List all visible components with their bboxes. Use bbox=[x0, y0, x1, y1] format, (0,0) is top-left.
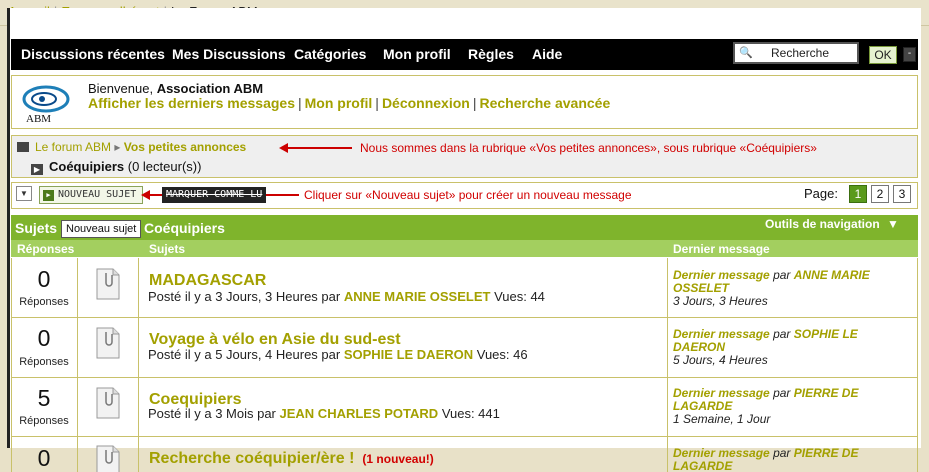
search-label: Recherche bbox=[771, 46, 830, 60]
topic-title[interactable]: Recherche coéquipier/ère ! (1 nouveau!) bbox=[149, 450, 434, 468]
link-derniers-messages[interactable]: Afficher les derniers messages bbox=[88, 95, 295, 111]
last-message-link[interactable]: Dernier message bbox=[673, 446, 770, 460]
last-message: Dernier message par ANNE MARIE OSSELET 3 … bbox=[673, 268, 870, 308]
page-3-button[interactable]: 3 bbox=[893, 185, 911, 203]
header-sujets: Sujets bbox=[15, 220, 58, 236]
link-mon-profil[interactable]: Mon profil bbox=[305, 95, 373, 111]
play-icon: ▶ bbox=[31, 164, 43, 175]
last-message: Dernier message par SOPHIE LE DAERON 5 Jo… bbox=[673, 327, 858, 367]
column-divider bbox=[77, 258, 78, 472]
reply-label: Réponses bbox=[19, 296, 69, 308]
reply-label: Réponses bbox=[19, 415, 69, 427]
document-icon bbox=[96, 268, 120, 300]
annotation-arrow bbox=[287, 147, 352, 149]
play-icon: ▶ bbox=[43, 190, 54, 201]
reply-count: 0 bbox=[37, 445, 51, 471]
header-title: Coéquipiers bbox=[144, 220, 225, 236]
nav-aide[interactable]: Aide bbox=[532, 46, 562, 62]
ok-button[interactable]: OK bbox=[869, 46, 897, 64]
reply-count: 5 bbox=[37, 385, 51, 411]
topic-meta: Posté il y a 3 Jours, 3 Heures par ANNE … bbox=[148, 289, 545, 304]
document-icon bbox=[96, 387, 120, 419]
last-message: Dernier message par PIERRE DE LAGARDE 1 S… bbox=[673, 386, 859, 426]
topic-author[interactable]: ANNE MARIE OSSELET bbox=[344, 289, 491, 304]
reader-count: (0 lecteur(s)) bbox=[127, 159, 202, 174]
nav-mon-profil[interactable]: Mon profil bbox=[383, 46, 451, 62]
reply-count: 0 bbox=[37, 266, 51, 292]
reply-label: Réponses bbox=[19, 356, 69, 368]
column-divider bbox=[138, 258, 139, 472]
topic-author[interactable]: JEAN CHARLES POTARD bbox=[280, 406, 439, 421]
reply-count: 0 bbox=[37, 325, 51, 351]
topic-title[interactable]: MADAGASCAR bbox=[149, 272, 266, 290]
chevron-down-icon: ▼ bbox=[887, 217, 899, 231]
nav-discussions-recentes[interactable]: Discussions récentes bbox=[21, 46, 165, 62]
chevron-down-icon[interactable]: ▼ bbox=[16, 186, 32, 201]
last-message: Dernier message par PIERRE DE LAGARDE bbox=[673, 446, 859, 472]
navigation-tools-button[interactable]: Outils de navigation ▼ bbox=[765, 217, 899, 231]
user-name: Association ABM bbox=[156, 81, 264, 96]
link-recherche-avancee[interactable]: Recherche avancée bbox=[479, 95, 610, 111]
last-message-link[interactable]: Dernier message bbox=[673, 327, 770, 341]
page-1-button[interactable]: 1 bbox=[849, 185, 867, 203]
nav-mes-discussions[interactable]: Mes Discussions bbox=[172, 46, 286, 62]
link-deconnexion[interactable]: Déconnexion bbox=[382, 95, 470, 111]
subforum-title: Coéquipiers bbox=[49, 159, 125, 174]
logo-text: ABM bbox=[26, 113, 51, 125]
mark-read-button[interactable]: MARQUER COMME LU bbox=[162, 187, 266, 203]
welcome-links: Afficher les derniers messages | Mon profi… bbox=[88, 95, 611, 111]
topic-meta: Posté il y a 3 Mois par JEAN CHARLES POT… bbox=[148, 406, 500, 421]
welcome-text: Bienvenue, Association ABM bbox=[88, 81, 264, 96]
subforum-line: ▶ Coéquipiers (0 lecteur(s)) bbox=[31, 159, 201, 175]
page-label: Page: bbox=[804, 186, 838, 201]
document-icon bbox=[96, 327, 120, 359]
search-icon: 🔍 bbox=[739, 47, 753, 59]
page-2-button[interactable]: 2 bbox=[871, 185, 889, 203]
col-topics: Sujets bbox=[149, 242, 186, 256]
tooltip: Nouveau sujet bbox=[61, 220, 142, 238]
chevron-right-icon: ▸ bbox=[114, 140, 121, 154]
col-replies: Réponses bbox=[17, 242, 75, 256]
minimize-icon[interactable]: - bbox=[903, 47, 916, 62]
topic-author[interactable]: SOPHIE LE DAERON bbox=[344, 347, 473, 362]
topic-meta: Posté il y a 5 Jours, 4 Heures par SOPHI… bbox=[148, 347, 528, 362]
forum-icon bbox=[17, 142, 29, 152]
last-message-link[interactable]: Dernier message bbox=[673, 268, 770, 282]
last-message-link[interactable]: Dernier message bbox=[673, 386, 770, 400]
annotation-location: Nous sommes dans la rubrique «Vos petite… bbox=[360, 141, 817, 155]
forum-breadcrumb: Le forum ABM ▸ Vos petites annonces bbox=[17, 140, 246, 154]
new-topic-button[interactable]: ▶ NOUVEAU SUJET bbox=[39, 186, 143, 204]
link-forum-abm[interactable]: Le forum ABM bbox=[35, 140, 111, 154]
new-badge: (1 nouveau!) bbox=[362, 452, 434, 466]
link-petites-annonces[interactable]: Vos petites annonces bbox=[124, 140, 246, 154]
column-divider bbox=[667, 258, 668, 472]
search-input[interactable]: 🔍 Recherche bbox=[733, 42, 859, 64]
nav-categories[interactable]: Catégories bbox=[294, 46, 366, 62]
annotation-new-topic: Cliquer sur «Nouveau sujet» pour créer u… bbox=[304, 188, 632, 202]
column-header-row bbox=[11, 240, 918, 257]
document-icon bbox=[96, 445, 120, 472]
col-last-message: Dernier message bbox=[673, 242, 770, 256]
nav-regles[interactable]: Règles bbox=[468, 46, 514, 62]
abm-logo: ABM bbox=[22, 85, 70, 125]
